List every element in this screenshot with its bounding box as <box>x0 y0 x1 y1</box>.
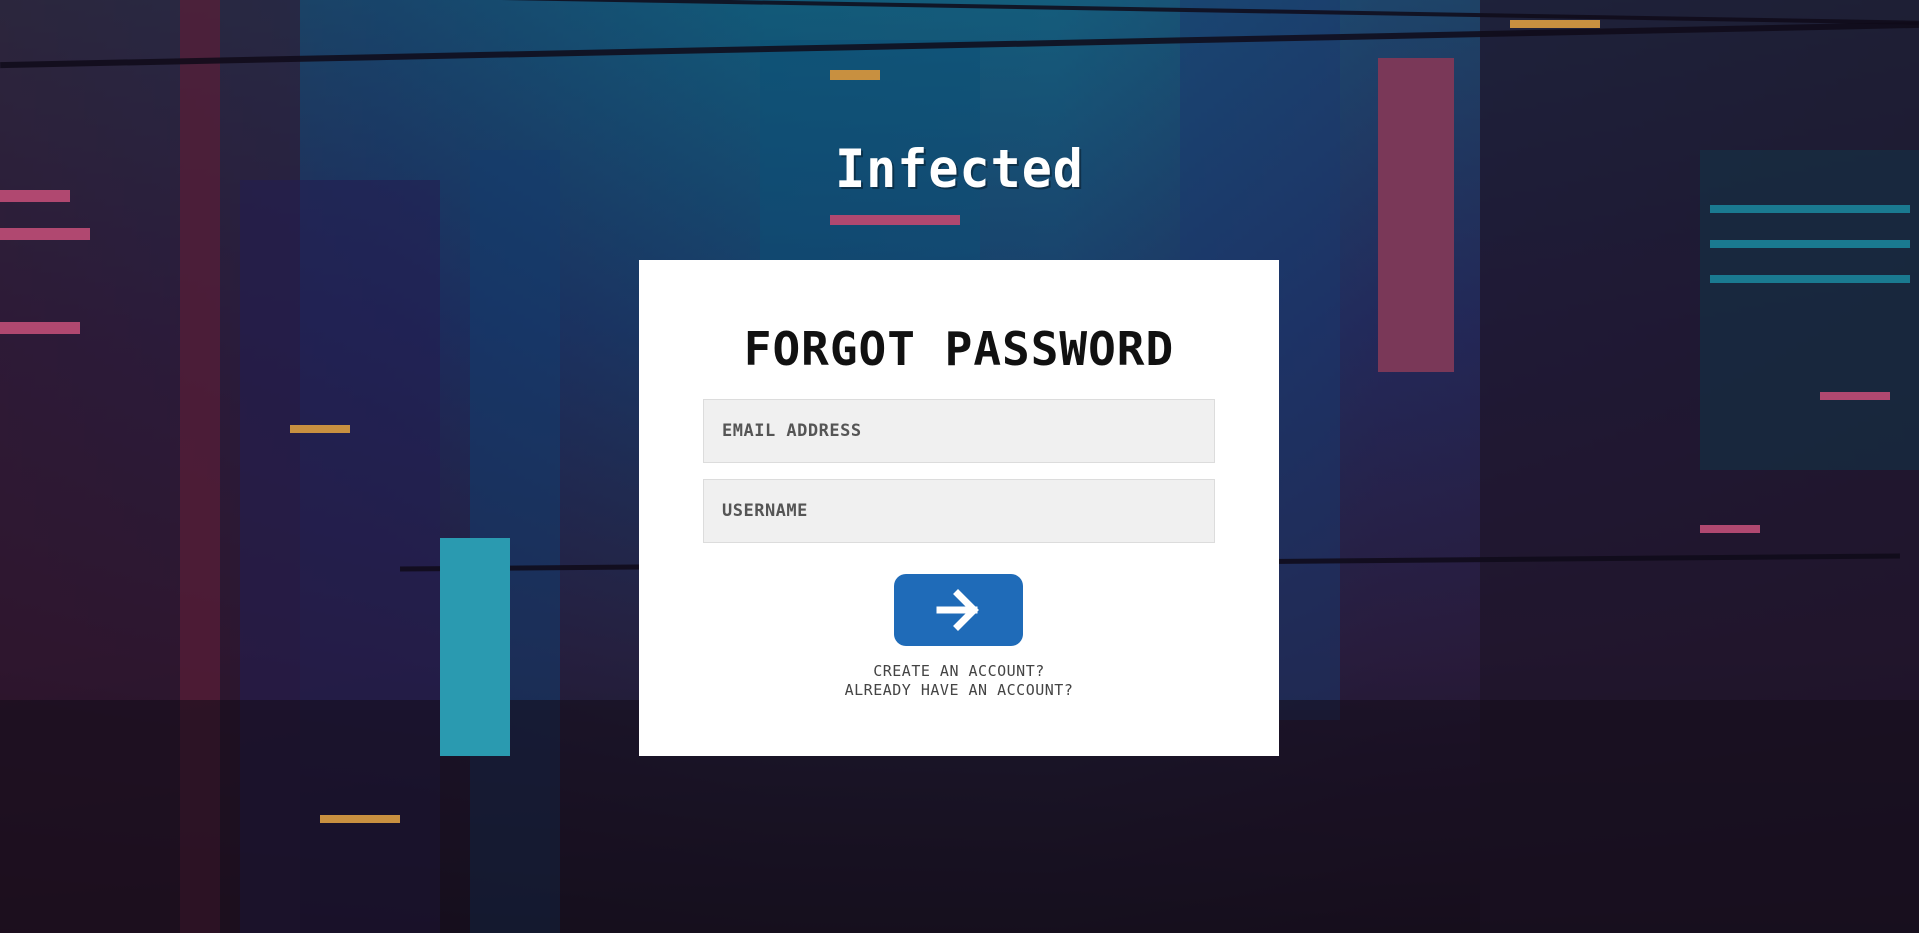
window-lights <box>0 322 80 334</box>
page-title: FORGOT PASSWORD <box>743 322 1175 376</box>
username-field[interactable] <box>703 479 1215 543</box>
window-lights <box>290 425 350 433</box>
infected-logo: Infected <box>835 138 1084 200</box>
window-lights <box>830 215 960 225</box>
window-lights <box>1710 240 1910 248</box>
neon-sign-vertical <box>1378 58 1454 372</box>
arrow-right-icon <box>936 589 979 631</box>
account-links: CREATE AN ACCOUNT? ALREADY HAVE AN ACCOU… <box>639 662 1279 700</box>
create-account-link[interactable]: CREATE AN ACCOUNT? <box>639 662 1279 681</box>
window-lights <box>0 228 90 240</box>
window-lights <box>320 815 400 823</box>
submit-button[interactable] <box>894 574 1023 646</box>
window-lights <box>1710 205 1910 213</box>
forgot-password-card: FORGOT PASSWORD CREATE AN ACCOUNT? ALREA… <box>639 260 1279 756</box>
window-lights <box>1710 275 1910 283</box>
window-lights <box>830 70 880 80</box>
window-lights <box>1820 392 1890 400</box>
email-field[interactable] <box>703 399 1215 463</box>
neon-sign-vertical <box>440 538 510 756</box>
window-lights <box>1510 20 1600 28</box>
login-link[interactable]: ALREADY HAVE AN ACCOUNT? <box>639 681 1279 700</box>
window-lights <box>1700 525 1760 533</box>
